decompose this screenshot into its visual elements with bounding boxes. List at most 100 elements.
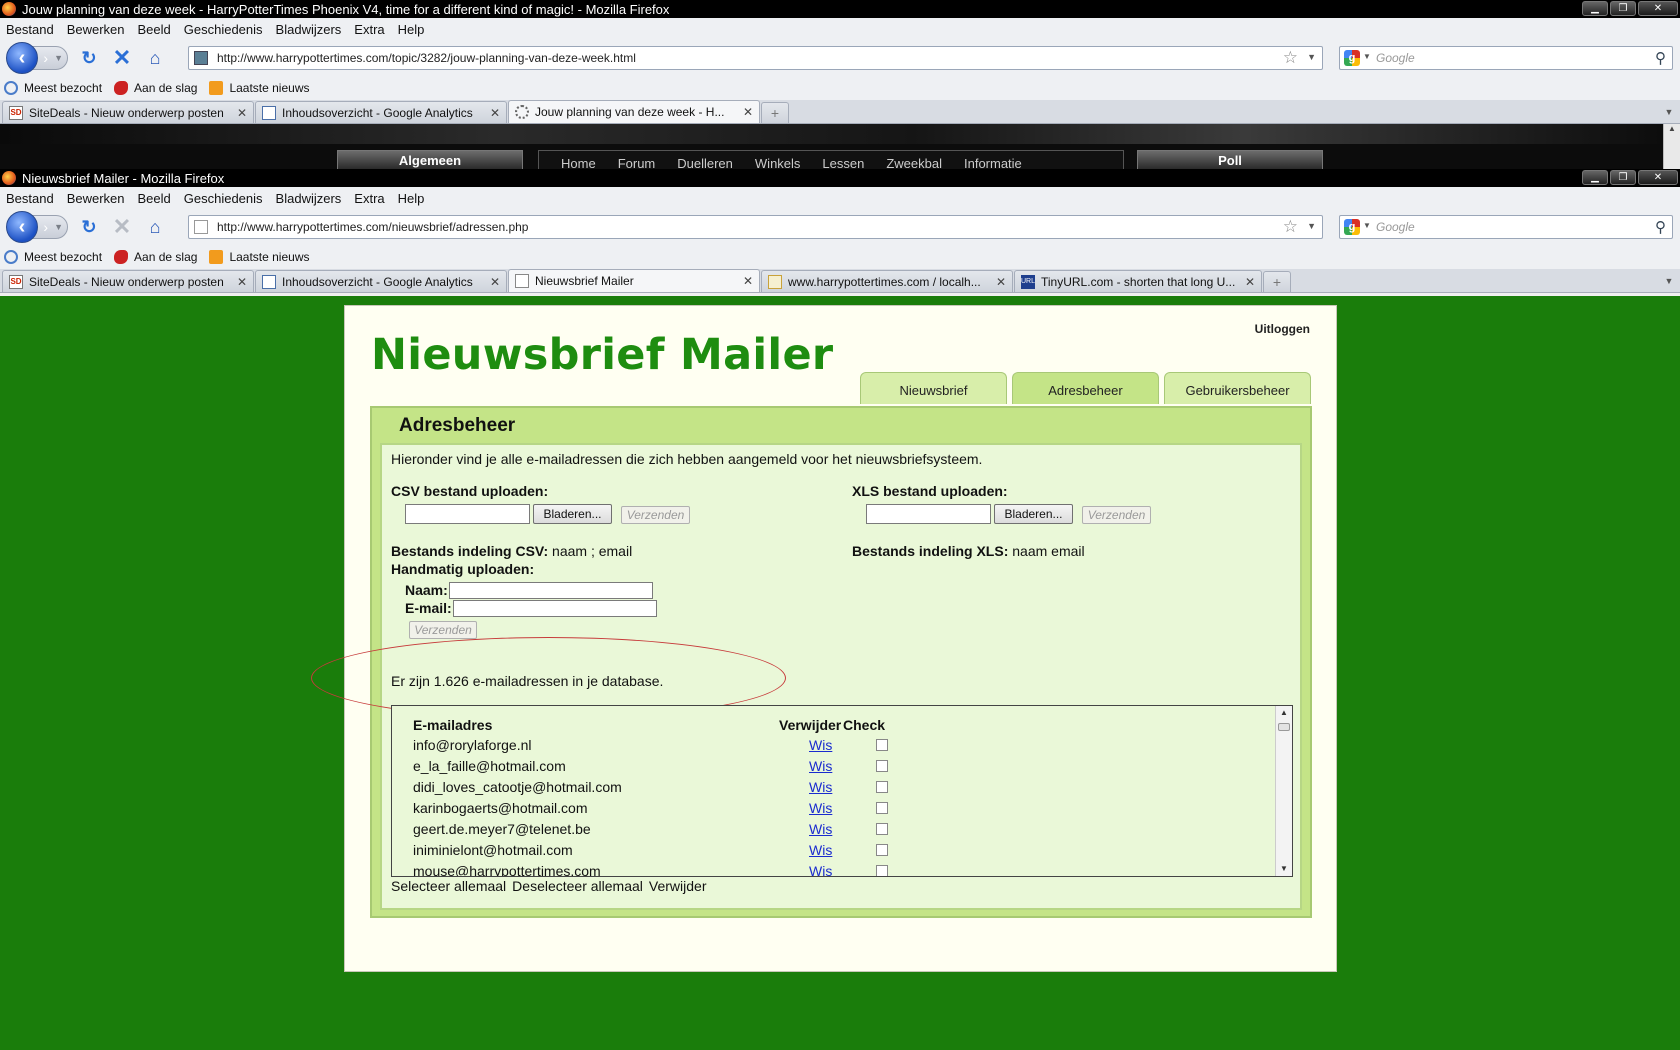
menu-bewerken[interactable]: Bewerken: [67, 22, 125, 37]
menu-bestand[interactable]: Bestand: [6, 191, 54, 206]
menu-bladwijzers[interactable]: Bladwijzers: [276, 22, 342, 37]
tab-list-icon[interactable]: ▼: [1660, 272, 1678, 290]
site-nav-item[interactable]: Lessen: [822, 151, 864, 170]
list-scrollbar[interactable]: ▲ ▼: [1275, 706, 1292, 876]
bookmark-aan-de-slag[interactable]: Aan de slag: [114, 81, 197, 95]
bookmark-laatste-nieuws[interactable]: Laatste nieuws: [209, 250, 310, 264]
back-button[interactable]: ‹: [6, 211, 38, 243]
menu-bladwijzers[interactable]: Bladwijzers: [276, 191, 342, 206]
search-icon[interactable]: ⚲: [1655, 218, 1666, 236]
back-button[interactable]: ‹: [6, 42, 38, 74]
tab-sitedeals[interactable]: SD SiteDeals - Nieuw onderwerp posten ✕: [2, 270, 254, 292]
delete-selected-link[interactable]: Verwijder: [649, 878, 707, 894]
reload-icon[interactable]: ↻: [77, 46, 101, 70]
site-nav-item[interactable]: Informatie: [964, 151, 1022, 170]
delete-link[interactable]: Wis: [809, 758, 832, 774]
xls-send-button[interactable]: Verzenden: [1082, 506, 1151, 524]
bookmark-laatste-nieuws[interactable]: Laatste nieuws: [209, 81, 310, 95]
site-nav-item[interactable]: Duelleren: [677, 151, 733, 170]
url-dropdown-icon[interactable]: ▼: [1307, 221, 1316, 231]
logout-link[interactable]: Uitloggen: [1255, 322, 1310, 336]
email-input[interactable]: [453, 600, 657, 617]
tab-analytics[interactable]: Inhoudsoverzicht - Google Analytics ✕: [255, 101, 507, 123]
close-button[interactable]: ✕: [1638, 170, 1678, 185]
site-button-algemeen[interactable]: Algemeen: [337, 150, 523, 170]
stop-icon[interactable]: ✕: [110, 45, 134, 70]
deselect-all-link[interactable]: Deselecteer allemaal: [512, 878, 643, 894]
tab-tinyurl[interactable]: URL TinyURL.com - shorten that long U... ✕: [1014, 270, 1262, 292]
menu-geschiedenis[interactable]: Geschiedenis: [184, 191, 263, 206]
bookmark-star-icon[interactable]: ☆: [1283, 217, 1298, 237]
address-bar[interactable]: http://www.harrypottertimes.com/topic/32…: [188, 46, 1323, 70]
xls-browse-button[interactable]: Bladeren...: [994, 504, 1073, 524]
close-tab-icon[interactable]: ✕: [237, 106, 247, 120]
select-checkbox[interactable]: [876, 844, 888, 856]
maximize-button[interactable]: ❐: [1610, 1, 1636, 16]
tab-jouw-planning[interactable]: Jouw planning van deze week - H... ✕: [508, 100, 760, 123]
tab-gebruikersbeheer[interactable]: Gebruikersbeheer: [1164, 372, 1311, 404]
close-tab-icon[interactable]: ✕: [743, 105, 753, 119]
csv-file-input[interactable]: [405, 504, 530, 524]
search-engine-dropdown-icon[interactable]: ▼: [1363, 221, 1371, 230]
tab-nieuwsbrief-mailer[interactable]: Nieuwsbrief Mailer ✕: [508, 269, 760, 292]
site-nav-item[interactable]: Home: [561, 151, 596, 170]
menu-bewerken[interactable]: Bewerken: [67, 191, 125, 206]
bookmark-meest-bezocht[interactable]: Meest bezocht: [4, 250, 102, 264]
search-bar[interactable]: g ▼ Google ⚲: [1339, 215, 1673, 239]
menu-geschiedenis[interactable]: Geschiedenis: [184, 22, 263, 37]
select-checkbox[interactable]: [876, 739, 888, 751]
name-input[interactable]: [449, 582, 653, 599]
manual-send-button[interactable]: Verzenden: [409, 621, 477, 639]
menu-extra[interactable]: Extra: [354, 22, 384, 37]
select-checkbox[interactable]: [876, 865, 888, 876]
minimize-button[interactable]: ▁: [1582, 170, 1608, 185]
scroll-thumb[interactable]: [1278, 723, 1290, 731]
delete-link[interactable]: Wis: [809, 863, 832, 876]
delete-link[interactable]: Wis: [809, 737, 832, 753]
tab-sitedeals[interactable]: SD SiteDeals - Nieuw onderwerp posten ✕: [2, 101, 254, 123]
home-icon[interactable]: ⌂: [143, 215, 167, 239]
search-engine-dropdown-icon[interactable]: ▼: [1363, 52, 1371, 61]
stop-icon[interactable]: ✕: [110, 214, 134, 239]
menu-help[interactable]: Help: [398, 22, 425, 37]
scroll-up-icon[interactable]: ▲: [1276, 706, 1292, 720]
close-tab-icon[interactable]: ✕: [743, 274, 753, 288]
menu-bestand[interactable]: Bestand: [6, 22, 54, 37]
xls-file-input[interactable]: [866, 504, 991, 524]
new-tab-button[interactable]: +: [761, 102, 789, 123]
site-nav-item[interactable]: Zweekbal: [886, 151, 942, 170]
maximize-button[interactable]: ❐: [1610, 170, 1636, 185]
site-nav-item[interactable]: Winkels: [755, 151, 801, 170]
select-all-link[interactable]: Selecteer allemaal: [391, 878, 506, 894]
site-nav-item[interactable]: Forum: [618, 151, 656, 170]
csv-browse-button[interactable]: Bladeren...: [533, 504, 612, 524]
tab-list-icon[interactable]: ▼: [1660, 103, 1678, 121]
delete-link[interactable]: Wis: [809, 800, 832, 816]
address-list[interactable]: E-mailadres Verwijder Check info@rorylaf…: [391, 705, 1293, 877]
close-tab-icon[interactable]: ✕: [237, 275, 247, 289]
tab-adresbeheer[interactable]: Adresbeheer: [1012, 372, 1159, 404]
close-tab-icon[interactable]: ✕: [996, 275, 1006, 289]
select-checkbox[interactable]: [876, 823, 888, 835]
bookmark-aan-de-slag[interactable]: Aan de slag: [114, 250, 197, 264]
history-dropdown-icon[interactable]: ▼: [54, 53, 63, 63]
tab-nieuwsbrief[interactable]: Nieuwsbrief: [860, 372, 1007, 404]
google-icon[interactable]: g: [1344, 219, 1360, 235]
history-dropdown-icon[interactable]: ▼: [54, 222, 63, 232]
home-icon[interactable]: ⌂: [143, 46, 167, 70]
tab-phpmyadmin[interactable]: www.harrypottertimes.com / localh... ✕: [761, 270, 1013, 292]
search-bar[interactable]: g ▼ Google ⚲: [1339, 46, 1673, 70]
delete-link[interactable]: Wis: [809, 842, 832, 858]
select-checkbox[interactable]: [876, 760, 888, 772]
minimize-button[interactable]: ▁: [1582, 1, 1608, 16]
menu-help[interactable]: Help: [398, 191, 425, 206]
reload-icon[interactable]: ↻: [77, 215, 101, 239]
scroll-down-icon[interactable]: ▼: [1276, 862, 1292, 876]
close-button[interactable]: ✕: [1638, 1, 1678, 16]
close-tab-icon[interactable]: ✕: [490, 275, 500, 289]
search-icon[interactable]: ⚲: [1655, 49, 1666, 67]
select-checkbox[interactable]: [876, 802, 888, 814]
tab-analytics[interactable]: Inhoudsoverzicht - Google Analytics ✕: [255, 270, 507, 292]
close-tab-icon[interactable]: ✕: [1245, 275, 1255, 289]
close-tab-icon[interactable]: ✕: [490, 106, 500, 120]
